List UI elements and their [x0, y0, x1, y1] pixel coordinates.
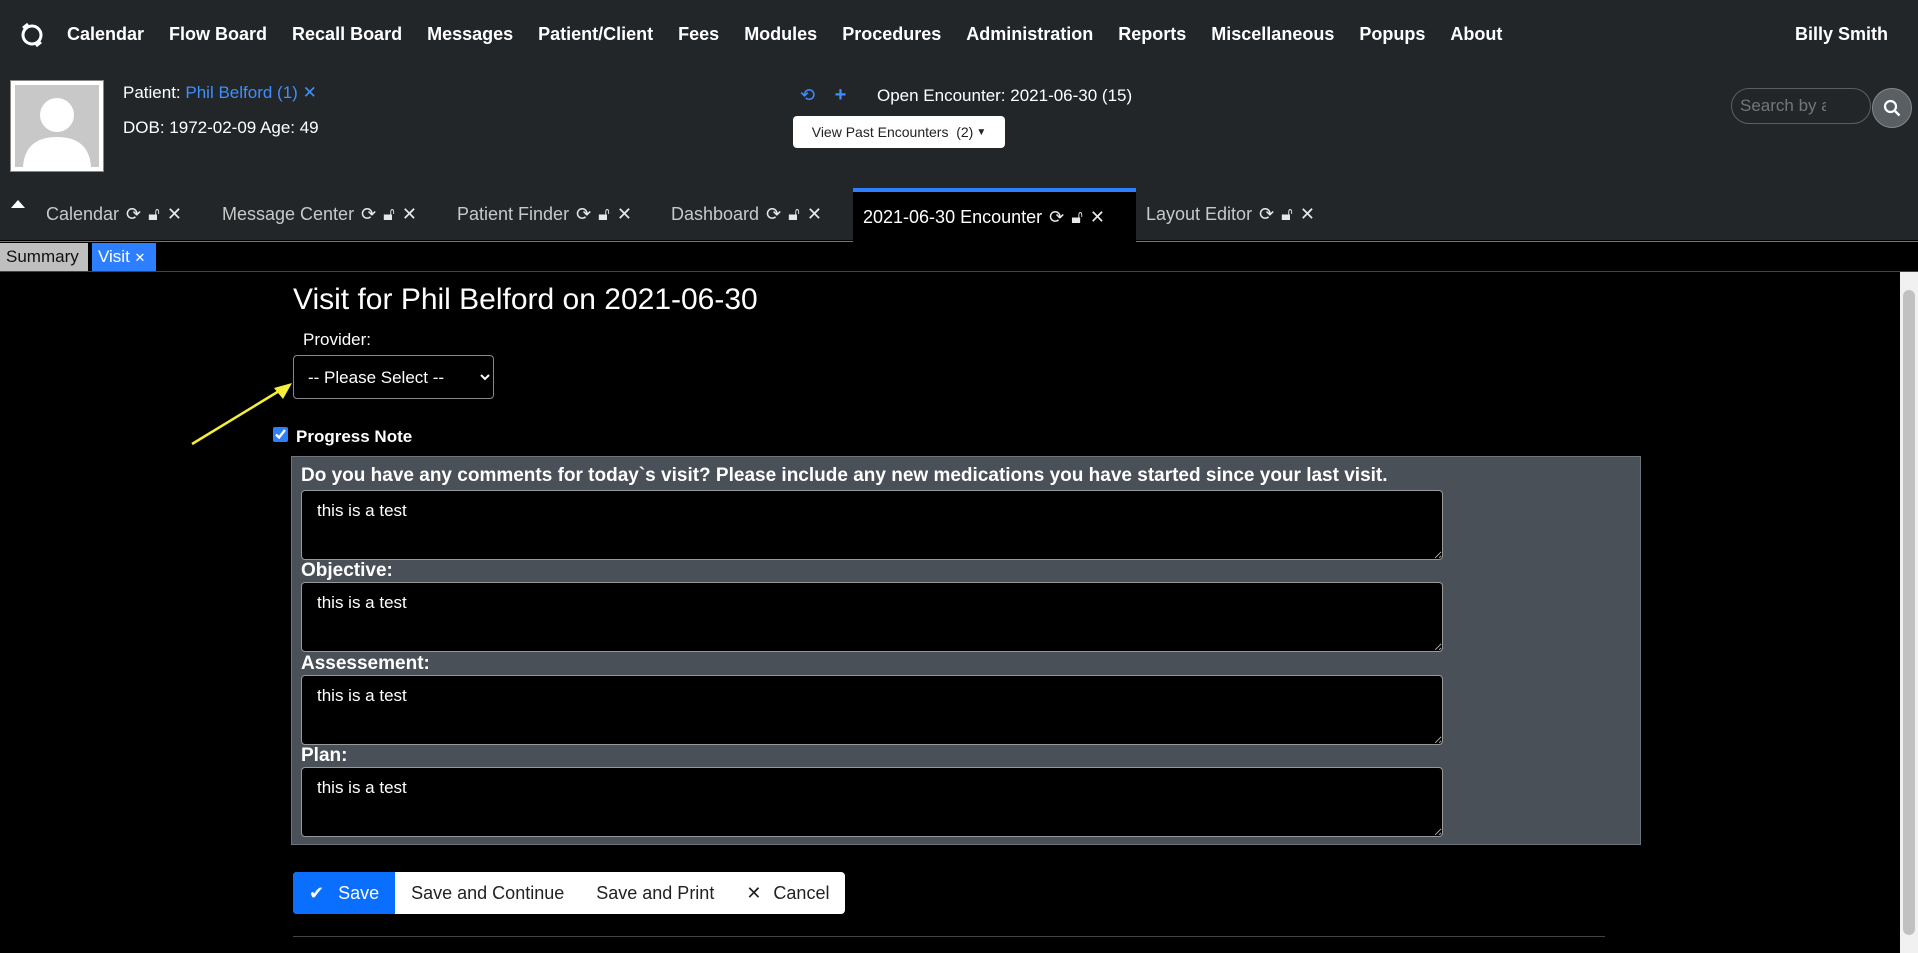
save-and-print-button[interactable]: Save and Print: [580, 872, 730, 914]
provider-label: Provider:: [303, 330, 372, 349]
scrollbar-thumb[interactable]: [1903, 290, 1915, 935]
menu-reports[interactable]: Reports: [1118, 24, 1186, 45]
top-menu-bar: Calendar Flow Board Recall Board Message…: [0, 0, 1918, 70]
subtab-visit[interactable]: Visit ✕: [92, 243, 156, 271]
past-encounters-count: (2): [956, 124, 974, 140]
plan-textarea[interactable]: [301, 767, 1443, 837]
subtab-summary[interactable]: Summary: [0, 243, 88, 271]
user-menu[interactable]: Billy Smith: [1795, 24, 1888, 45]
assessment-label: Assessement:: [301, 653, 430, 674]
close-icon: ✕: [746, 882, 762, 903]
progress-note-panel: Do you have any comments for today`s vis…: [291, 456, 1641, 845]
tab-label: Layout Editor: [1146, 204, 1253, 224]
refresh-icon[interactable]: ⟳: [1259, 204, 1274, 225]
close-patient-icon[interactable]: ✕: [303, 83, 317, 102]
save-and-continue-button[interactable]: Save and Continue: [395, 872, 580, 914]
caret-down-icon: ▼: [976, 126, 987, 138]
menu-calendar[interactable]: Calendar: [67, 24, 144, 45]
unlock-icon[interactable]: 🔓︎: [383, 204, 395, 225]
tab-layout-editor[interactable]: Layout Editor ⟳ 🔓︎ ✕: [1136, 188, 1325, 241]
unlock-icon[interactable]: 🔓︎: [598, 204, 610, 225]
menu-miscellaneous[interactable]: Miscellaneous: [1211, 24, 1334, 45]
close-icon[interactable]: ✕: [1300, 204, 1315, 225]
tab-calendar[interactable]: Calendar ⟳ 🔓︎ ✕: [36, 188, 192, 241]
close-icon[interactable]: ✕: [402, 204, 417, 225]
form-action-buttons: ✔ Save Save and Continue Save and Print …: [293, 872, 846, 914]
avatar-placeholder-icon: [11, 81, 103, 171]
tab-label: Message Center: [222, 204, 355, 224]
new-encounter-plus-icon[interactable]: +: [835, 84, 847, 106]
close-icon[interactable]: ✕: [617, 204, 632, 225]
tab-label: Calendar: [46, 204, 120, 224]
menu-popups[interactable]: Popups: [1359, 24, 1425, 45]
refresh-icon[interactable]: ⟳: [766, 204, 781, 225]
patient-name-line: Patient: Phil Belford (1) ✕: [123, 83, 317, 103]
close-icon[interactable]: ✕: [135, 250, 146, 265]
refresh-icon[interactable]: ⟳: [1049, 207, 1064, 228]
collapse-header-icon[interactable]: [10, 198, 26, 210]
progress-note-checkbox[interactable]: [273, 427, 288, 442]
close-icon[interactable]: ✕: [807, 204, 822, 225]
tab-bar: Calendar ⟳ 🔓︎ ✕ Message Center ⟳ 🔓︎ ✕ Pa…: [0, 188, 1918, 242]
save-button[interactable]: ✔ Save: [293, 872, 396, 914]
search-button[interactable]: [1872, 88, 1912, 128]
patient-dob-age: DOB: 1972-02-09 Age: 49: [123, 118, 319, 137]
tab-label: Patient Finder: [457, 204, 570, 224]
encounter-subtabs: Summary Visit ✕: [0, 243, 1918, 272]
divider: [293, 936, 1605, 937]
main-menu: Calendar Flow Board Recall Board Message…: [67, 24, 1527, 45]
comments-textarea[interactable]: [301, 490, 1443, 560]
unlock-icon[interactable]: 🔓︎: [788, 204, 800, 225]
open-encounter-text[interactable]: Open Encounter: 2021-06-30 (15): [877, 86, 1132, 106]
subtab-visit-label: Visit: [98, 247, 130, 266]
unlock-icon[interactable]: 🔓︎: [148, 204, 160, 225]
menu-procedures[interactable]: Procedures: [842, 24, 941, 45]
check-icon: ✔: [309, 882, 325, 903]
encounter-icons: ⟲ +: [800, 84, 846, 107]
tab-label: Dashboard: [671, 204, 760, 224]
objective-label: Objective:: [301, 560, 393, 581]
tab-dashboard[interactable]: Dashboard ⟳ 🔓︎ ✕: [661, 188, 832, 241]
unlock-icon[interactable]: 🔓︎: [1281, 204, 1293, 225]
close-icon[interactable]: ✕: [167, 204, 182, 225]
tab-encounter[interactable]: 2021-06-30 Encounter ⟳ 🔓︎ ✕: [853, 188, 1136, 242]
refresh-icon[interactable]: ⟳: [126, 204, 141, 225]
menu-patient-client[interactable]: Patient/Client: [538, 24, 653, 45]
progress-note-label: Progress Note: [296, 427, 413, 446]
refresh-icon[interactable]: ⟳: [576, 204, 591, 225]
patient-avatar[interactable]: [10, 80, 104, 172]
history-icon[interactable]: ⟲: [800, 85, 815, 105]
menu-recall-board[interactable]: Recall Board: [292, 24, 402, 45]
refresh-icon[interactable]: ⟳: [361, 204, 376, 225]
assessment-textarea[interactable]: [301, 675, 1443, 745]
save-label: Save: [338, 882, 380, 903]
menu-messages[interactable]: Messages: [427, 24, 513, 45]
close-icon[interactable]: ✕: [1090, 207, 1105, 228]
cancel-button[interactable]: ✕ Cancel: [730, 872, 845, 914]
menu-administration[interactable]: Administration: [966, 24, 1093, 45]
page-title: Visit for Phil Belford on 2021-06-30: [293, 283, 758, 316]
vertical-scrollbar[interactable]: [1900, 272, 1918, 953]
tab-patient-finder[interactable]: Patient Finder ⟳ 🔓︎ ✕: [447, 188, 642, 241]
patient-search-input[interactable]: [1731, 88, 1871, 124]
menu-modules[interactable]: Modules: [744, 24, 817, 45]
view-past-encounters-button[interactable]: View Past Encounters (2) ▼: [793, 116, 1005, 148]
cancel-label: Cancel: [773, 882, 830, 903]
patient-name-link[interactable]: Phil Belford (1): [185, 83, 297, 102]
tab-label: 2021-06-30 Encounter: [863, 206, 1043, 227]
menu-flow-board[interactable]: Flow Board: [169, 24, 267, 45]
menu-fees[interactable]: Fees: [678, 24, 719, 45]
patient-label: Patient:: [123, 83, 181, 102]
question-comments-label: Do you have any comments for today`s vis…: [301, 465, 1388, 486]
plan-label: Plan:: [301, 745, 348, 766]
menu-about[interactable]: About: [1450, 24, 1502, 45]
unlock-icon[interactable]: 🔓︎: [1071, 207, 1083, 228]
objective-textarea[interactable]: [301, 582, 1443, 652]
provider-select[interactable]: -- Please Select --: [293, 355, 494, 399]
past-encounters-label: View Past Encounters: [811, 124, 949, 140]
search-icon: [1883, 99, 1901, 117]
openemr-logo-icon[interactable]: [19, 22, 45, 48]
tab-message-center[interactable]: Message Center ⟳ 🔓︎ ✕: [212, 188, 427, 241]
